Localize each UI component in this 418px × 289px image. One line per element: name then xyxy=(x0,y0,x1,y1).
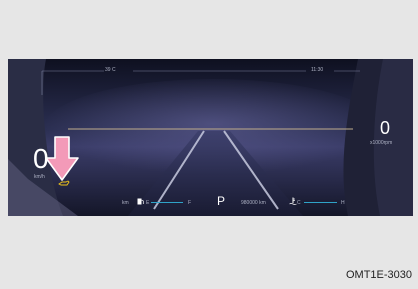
coolant-cold-label: C xyxy=(297,200,301,206)
clock: 11:30 xyxy=(311,67,324,73)
fuel-gauge-bar xyxy=(151,202,183,203)
coolant-hot-label: H xyxy=(341,200,345,206)
fuel-full-label: F xyxy=(188,200,192,206)
gear-indicator: P xyxy=(217,194,226,208)
odometer: 980000 km xyxy=(241,200,266,206)
rpm-unit: x1000rpm xyxy=(370,140,393,146)
figure-code-caption: OMT1E-3030 xyxy=(345,269,412,281)
fuel-range-unit: km xyxy=(122,200,129,206)
fuel-pump-icon xyxy=(137,198,144,205)
coolant-temperature-icon xyxy=(289,197,297,205)
outside-temperature: 39 C xyxy=(105,67,116,73)
fuel-empty-label: E xyxy=(146,200,150,206)
rpm-value: 0 xyxy=(380,118,391,138)
down-arrow-icon xyxy=(45,136,79,181)
coolant-gauge-bar xyxy=(304,202,337,203)
